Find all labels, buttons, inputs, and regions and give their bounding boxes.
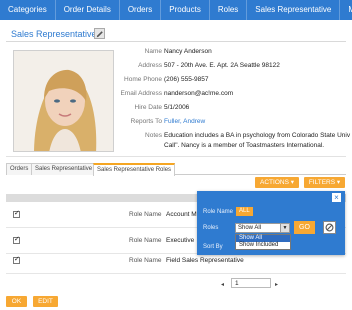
detail-label: Hire Date <box>134 104 162 111</box>
actions-button[interactable]: ACTIONS ▾ <box>255 177 299 188</box>
detail-row-hire-date: Hire Date 5/1/2006 <box>110 104 352 114</box>
detail-value: 5/1/2006 <box>164 104 190 111</box>
detail-row-home-phone: Home Phone (206) 555-9857 <box>110 76 352 86</box>
clear-filter-button[interactable] <box>323 221 336 234</box>
detail-row-email: Email Address nanderson@ac!me.com <box>110 90 352 100</box>
detail-value: 507 - 20th Ave. E. Apt. 2A Seattle 98122 <box>164 62 280 69</box>
nav-item-roles[interactable]: Roles <box>210 0 248 20</box>
role-name-all-chip[interactable]: ALL <box>236 207 253 216</box>
nav-item-categories[interactable]: Categories <box>0 0 56 20</box>
detail-label: Address <box>138 62 162 69</box>
detail-label: Name <box>144 48 162 55</box>
row-checkbox[interactable] <box>13 235 20 244</box>
detail-label: Notes <box>145 132 162 139</box>
detail-value: nanderson@ac!me.com <box>164 90 234 97</box>
clear-filter-icon <box>325 223 334 232</box>
sort-by-label: Sort By <box>203 244 223 250</box>
close-icon[interactable]: × <box>332 193 341 202</box>
pager-prev-button[interactable]: ◂ <box>221 281 224 288</box>
roles-select[interactable]: Show All ▼ <box>235 223 290 233</box>
ok-button[interactable]: OK <box>6 296 27 307</box>
pencil-icon <box>96 30 103 37</box>
detail-value: Education includes a BA in psychology fr… <box>164 132 351 139</box>
edit-button[interactable]: EDIT <box>33 296 58 307</box>
detail-row-notes: Notes Education includes a BA in psychol… <box>110 132 352 142</box>
detail-value: (206) 555-9857 <box>164 76 209 83</box>
detail-row-notes-cont: Call". Nancy is a member of Toastmasters… <box>110 142 352 152</box>
detail-label: Email Address <box>120 90 162 97</box>
nav-item-more[interactable]: More <box>340 0 352 20</box>
detail-label: Home Phone <box>124 76 162 83</box>
title-divider <box>6 41 346 42</box>
roles-select-value: Show All <box>238 225 262 231</box>
detail-row-address: Address 507 - 20th Ave. E. Apt. 2A Seatt… <box>110 62 352 72</box>
edit-title-button[interactable] <box>94 28 105 39</box>
roles-label: Roles <box>203 225 219 231</box>
section-divider <box>6 156 346 157</box>
portrait-image <box>14 51 113 151</box>
detail-row-name: Name Nancy Anderson <box>110 48 352 58</box>
detail-value: Nancy Anderson <box>164 48 212 55</box>
tab-sales-representative[interactable]: Sales Representative <box>31 163 97 175</box>
nav-item-sales-representative[interactable]: Sales Representative <box>247 0 341 20</box>
page-title: Sales Representative <box>11 29 97 39</box>
row-label: Role Name <box>129 211 162 218</box>
nav-item-products[interactable]: Products <box>161 0 210 20</box>
detail-label: Reports To <box>130 118 162 125</box>
tab-bar: Orders Sales Representative Sales Repres… <box>6 163 346 176</box>
nav-item-orders[interactable]: Orders <box>120 0 162 20</box>
profile-photo <box>13 50 114 152</box>
tab-orders[interactable]: Orders <box>6 163 33 175</box>
chevron-down-icon: ▼ <box>280 224 289 232</box>
row-checkbox[interactable] <box>13 209 20 218</box>
row-value: Account M <box>166 211 197 218</box>
row-value: Executive <box>166 237 195 244</box>
filters-button[interactable]: FILTERS ▾ <box>304 177 345 188</box>
detail-value-continued: Call". Nancy is a member of Toastmasters… <box>164 142 325 149</box>
roles-dropdown-list: Show All Show Included <box>235 234 291 250</box>
tab-sales-representative-roles[interactable]: Sales Representative Roles <box>93 163 176 176</box>
go-button[interactable]: GO <box>294 221 315 234</box>
row-value: Field Sales Representative <box>166 257 244 264</box>
role-name-label: Role Name <box>203 209 234 215</box>
nav-item-order-details[interactable]: Order Details <box>56 0 120 20</box>
reports-to-link[interactable]: Fuller, Andrew <box>164 118 352 125</box>
top-nav: Categories Order Details Orders Products… <box>0 0 352 20</box>
row-checkbox[interactable] <box>13 255 20 264</box>
dropdown-option[interactable]: Show Included <box>236 242 290 249</box>
pager-next-button[interactable]: ▸ <box>275 281 278 288</box>
row-label: Role Name <box>129 257 162 264</box>
page-number-input[interactable]: 1 <box>231 278 271 288</box>
dropdown-option[interactable]: Show All <box>236 235 290 242</box>
row-label: Role Name <box>129 237 162 244</box>
detail-row-reports-to: Reports To Fuller, Andrew <box>110 118 352 128</box>
